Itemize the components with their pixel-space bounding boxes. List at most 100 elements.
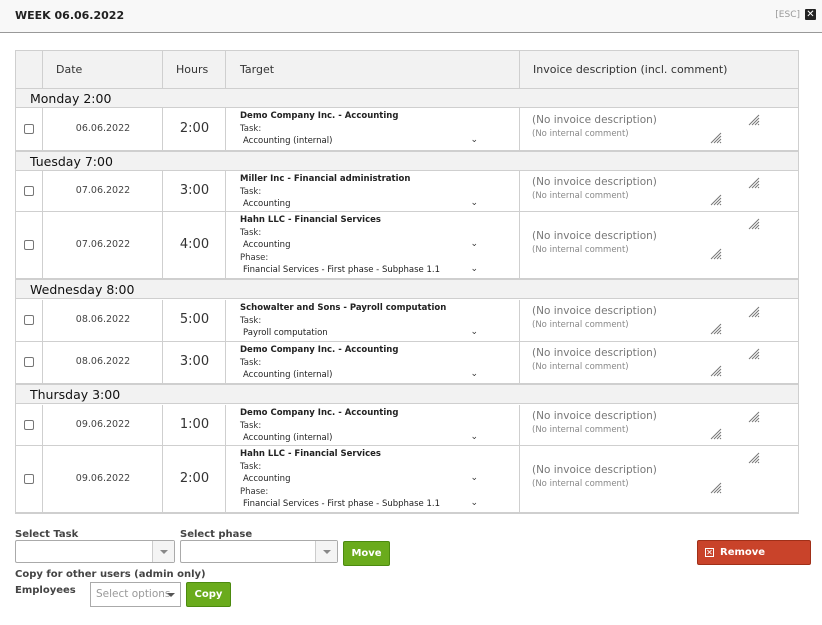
entry-hours[interactable]: 5:00: [163, 312, 226, 327]
invoice-description[interactable]: (No invoice description): [532, 410, 657, 422]
column-header-hours[interactable]: Hours: [163, 51, 226, 89]
invoice-cell: (No invoice description) (No internal com…: [520, 212, 798, 278]
task-label: Task:: [240, 187, 262, 197]
invoice-description[interactable]: (No invoice description): [532, 305, 657, 317]
table-row: 09.06.2022 1:00 Demo Company Inc. - Accoun…: [16, 405, 798, 446]
internal-comment[interactable]: (No internal comment): [532, 362, 629, 372]
resize-handle-icon[interactable]: [710, 191, 722, 206]
internal-comment[interactable]: (No internal comment): [532, 479, 629, 489]
resize-handle-icon[interactable]: [748, 111, 760, 126]
phase-select[interactable]: Financial Services - First phase - Subph…: [240, 498, 478, 510]
chevron-down-icon: ⌄: [470, 498, 478, 508]
chevron-down-icon: ⌄: [470, 198, 478, 208]
task-label: Task:: [240, 228, 262, 238]
resize-handle-icon[interactable]: [710, 425, 722, 440]
table-header: Date Hours Target Invoice description (i…: [16, 51, 798, 89]
internal-comment[interactable]: (No internal comment): [532, 245, 629, 255]
resize-handle-icon[interactable]: [710, 320, 722, 335]
row-checkbox[interactable]: [24, 124, 34, 134]
internal-comment[interactable]: (No internal comment): [532, 191, 629, 201]
entry-hours[interactable]: 2:00: [163, 121, 226, 136]
target-name: Hahn LLC - Financial Services: [240, 449, 381, 459]
target-cell: Hahn LLC - Financial Services Task: Accoun…: [226, 212, 520, 278]
phase-select[interactable]: Financial Services - First phase - Subph…: [240, 264, 478, 276]
select-cell: [16, 446, 43, 512]
row-checkbox[interactable]: [24, 357, 34, 367]
chevron-down-icon[interactable]: [315, 541, 337, 562]
day-group-header: Wednesday 8:00: [16, 279, 798, 299]
internal-comment[interactable]: (No internal comment): [532, 320, 629, 330]
employees-multiselect[interactable]: Select options: [90, 582, 181, 607]
task-select[interactable]: Accounting ⌄: [240, 239, 478, 251]
entry-date: 08.06.2022: [75, 356, 131, 367]
phase-select-value: Financial Services - First phase - Subph…: [243, 265, 440, 275]
task-label: Task:: [240, 358, 262, 368]
resize-handle-icon[interactable]: [710, 245, 722, 260]
entry-date: 08.06.2022: [75, 314, 131, 325]
task-select[interactable]: Accounting ⌄: [240, 198, 478, 210]
task-select[interactable]: Accounting (internal) ⌄: [240, 369, 478, 381]
invoice-description[interactable]: (No invoice description): [532, 347, 657, 359]
entry-hours[interactable]: 1:00: [163, 417, 226, 432]
copy-button[interactable]: Copy: [186, 582, 231, 607]
invoice-cell: (No invoice description) (No internal com…: [520, 405, 798, 445]
invoice-description[interactable]: (No invoice description): [532, 176, 657, 188]
task-select-value: Accounting (internal): [243, 433, 333, 443]
resize-handle-icon[interactable]: [710, 129, 722, 144]
task-select-value: Accounting: [243, 240, 291, 250]
resize-handle-icon[interactable]: [748, 408, 760, 423]
move-button[interactable]: Move: [343, 541, 390, 566]
task-select[interactable]: Payroll computation ⌄: [240, 327, 478, 339]
row-checkbox[interactable]: [24, 240, 34, 250]
column-header-target[interactable]: Target: [226, 51, 520, 89]
target-name: Demo Company Inc. - Accounting: [240, 345, 399, 355]
phase-select-value: Financial Services - First phase - Subph…: [243, 499, 440, 509]
resize-handle-icon[interactable]: [748, 215, 760, 230]
row-checkbox[interactable]: [24, 186, 34, 196]
close-icon[interactable]: ✕: [805, 9, 816, 20]
invoice-cell: (No invoice description) (No internal com…: [520, 446, 798, 512]
column-header-date[interactable]: Date: [43, 51, 163, 89]
invoice-description[interactable]: (No invoice description): [532, 230, 657, 242]
resize-handle-icon[interactable]: [710, 479, 722, 494]
internal-comment[interactable]: (No internal comment): [532, 129, 629, 139]
row-checkbox[interactable]: [24, 474, 34, 484]
resize-handle-icon[interactable]: [748, 174, 760, 189]
invoice-description[interactable]: (No invoice description): [532, 464, 657, 476]
entry-date: 09.06.2022: [75, 473, 131, 484]
resize-handle-icon[interactable]: [748, 345, 760, 360]
hours-cell: 3:00: [163, 171, 226, 211]
task-select[interactable]: Accounting (internal) ⌄: [240, 432, 478, 444]
entry-hours[interactable]: 2:00: [163, 471, 226, 486]
chevron-down-icon[interactable]: [152, 541, 174, 562]
resize-handle-icon[interactable]: [748, 303, 760, 318]
hours-cell: 3:00: [163, 342, 226, 383]
entry-hours[interactable]: 3:00: [163, 183, 226, 198]
chevron-down-icon: ⌄: [470, 135, 478, 145]
copy-section-label: Copy for other users (admin only): [15, 569, 206, 580]
day-group-header: Monday 2:00: [16, 88, 798, 108]
invoice-description[interactable]: (No invoice description): [532, 114, 657, 126]
resize-handle-icon[interactable]: [710, 362, 722, 377]
hours-cell: 2:00: [163, 108, 226, 150]
entry-hours[interactable]: 3:00: [163, 354, 226, 369]
row-checkbox[interactable]: [24, 315, 34, 325]
row-checkbox[interactable]: [24, 420, 34, 430]
resize-handle-icon[interactable]: [748, 449, 760, 464]
timesheet-table: Date Hours Target Invoice description (i…: [15, 50, 799, 514]
entry-date: 09.06.2022: [75, 419, 131, 430]
remove-selected-button[interactable]: ✕ Remove selected: [697, 540, 811, 581]
select-cell: [16, 212, 43, 278]
date-cell: 08.06.2022: [43, 342, 163, 383]
entry-hours[interactable]: 4:00: [163, 237, 226, 252]
task-select[interactable]: Accounting ⌄: [240, 473, 478, 485]
select-task-dropdown[interactable]: [15, 540, 175, 563]
internal-comment[interactable]: (No internal comment): [532, 425, 629, 435]
task-select-value: Accounting: [243, 474, 291, 484]
task-select[interactable]: Accounting (internal) ⌄: [240, 135, 478, 147]
date-cell: 07.06.2022: [43, 171, 163, 211]
select-phase-dropdown[interactable]: [180, 540, 338, 563]
employees-placeholder: Select options: [96, 588, 171, 600]
chevron-down-icon: ⌄: [470, 432, 478, 442]
column-header-invoice[interactable]: Invoice description (incl. comment): [520, 51, 798, 89]
